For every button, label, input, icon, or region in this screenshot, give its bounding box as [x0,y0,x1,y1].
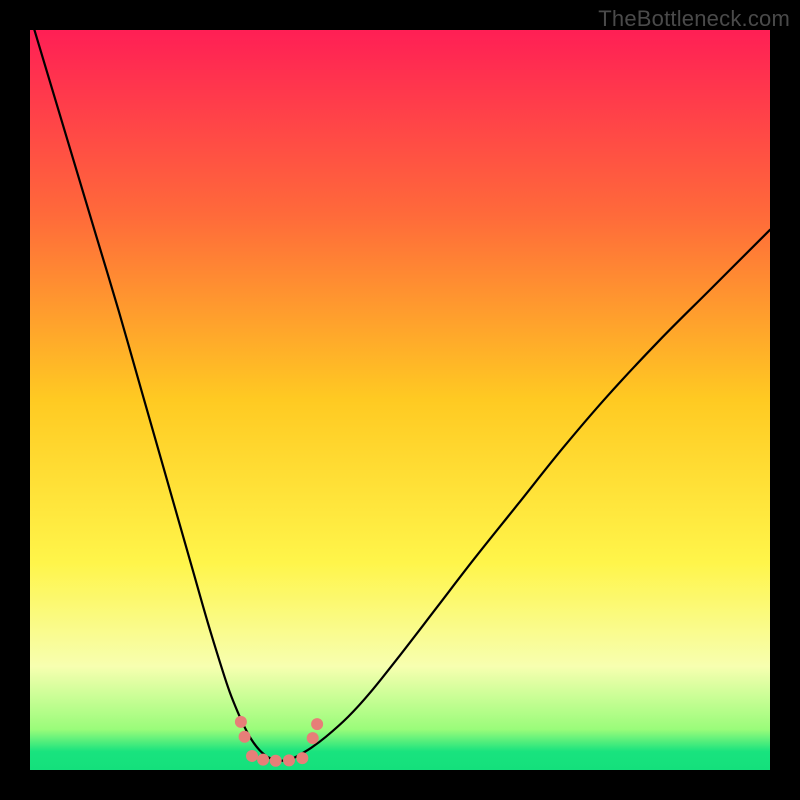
dot-right-lower [307,732,319,744]
dot-floor-2 [257,754,269,766]
plot-area [30,30,770,770]
watermark-text: TheBottleneck.com [598,6,790,32]
dot-floor-5 [296,752,308,764]
chart-svg [30,30,770,770]
dot-floor-4 [283,754,295,766]
dot-left-upper [235,716,247,728]
dot-floor-3 [270,755,282,767]
gradient-background [30,30,770,770]
dot-left-lower [239,731,251,743]
chart-frame: TheBottleneck.com [0,0,800,800]
dot-floor-1 [246,750,258,762]
dot-right-upper [311,718,323,730]
